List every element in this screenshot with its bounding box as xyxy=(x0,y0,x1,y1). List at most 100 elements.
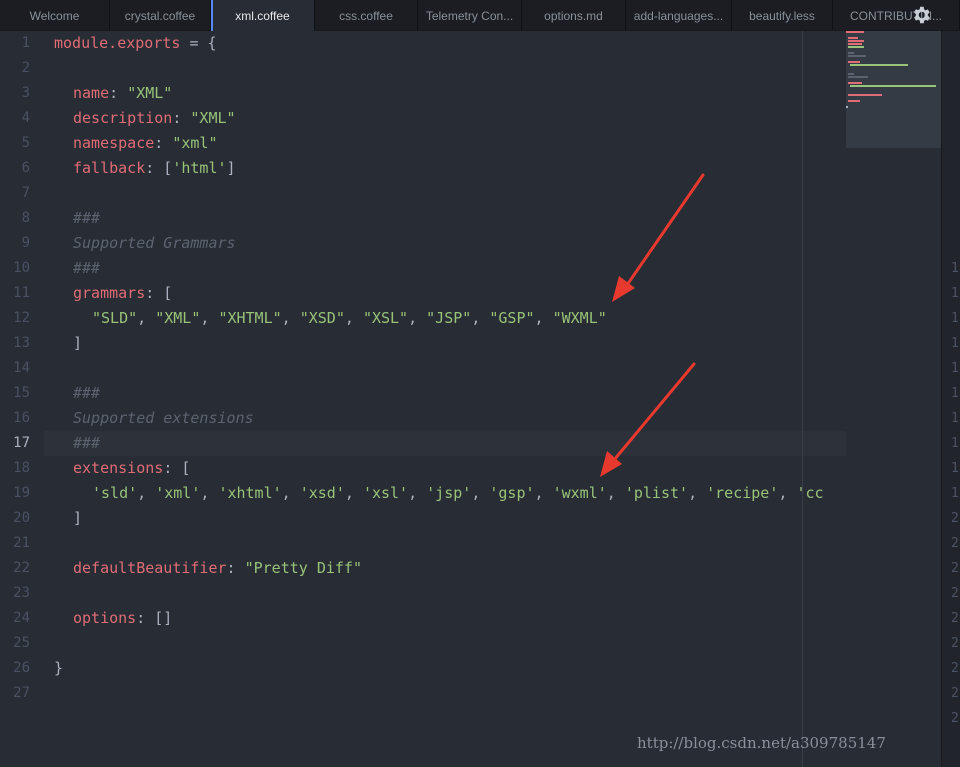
code-line-12: "SLD", "XML", "XHTML", "XSD", "XSL", "JS… xyxy=(92,309,607,327)
tab-css-coffee[interactable]: css.coffee xyxy=(315,0,418,31)
code-token: fallback xyxy=(73,159,146,177)
tab-contributing[interactable]: CONTRIBUTIN... xyxy=(833,0,960,31)
code-area[interactable]: module.exports = { name: "XML" descripti… xyxy=(0,31,846,767)
editor-pane[interactable]: 1 2 3 4 5 6 7 8 9 10 11 12 13 14 15 16 1… xyxy=(0,31,941,767)
watermark-text: http://blog.csdn.net/a309785147 xyxy=(637,734,886,752)
code-token: : [ xyxy=(145,284,173,302)
code-line-11: grammars: [ xyxy=(73,281,172,306)
side-line-number: 2 xyxy=(951,611,959,626)
extension-item: 'cc xyxy=(796,484,824,502)
tab-crystal-coffee[interactable]: crystal.coffee xyxy=(110,0,211,31)
code-token: options xyxy=(73,609,137,627)
code-token: grammars xyxy=(73,284,146,302)
minimap-row xyxy=(848,94,882,96)
side-line-number: 1 xyxy=(951,411,959,426)
side-line-number: 1 xyxy=(951,311,959,326)
code-token: 'html' xyxy=(172,159,227,177)
minimap-row xyxy=(848,82,862,84)
side-line-number: 2 xyxy=(951,511,959,526)
code-token: "xml" xyxy=(172,134,218,152)
side-line-number: 1 xyxy=(951,436,959,451)
code-token: "XML" xyxy=(190,109,236,127)
code-line-8: ### xyxy=(73,209,101,227)
code-line-24: options: [] xyxy=(73,606,172,631)
code-token: : xyxy=(226,559,245,577)
extension-item: 'plist' xyxy=(624,484,689,502)
gear-icon[interactable] xyxy=(910,4,932,26)
side-line-number: 2 xyxy=(951,586,959,601)
code-token: "XML" xyxy=(127,84,173,102)
side-line-number: 2 xyxy=(951,711,959,726)
code-token: module.exports xyxy=(54,34,181,52)
code-token: description xyxy=(73,109,173,127)
minimap-row xyxy=(848,52,854,54)
code-token: ] xyxy=(226,159,236,177)
code-token: defaultBeautifier xyxy=(73,559,227,577)
code-line-9: Supported Grammars xyxy=(73,234,236,252)
side-line-number: 1 xyxy=(951,461,959,476)
tab-bar: Welcome crystal.coffee xml.coffee css.co… xyxy=(0,0,960,31)
code-line-20: ] xyxy=(73,509,83,527)
code-line-17: ### xyxy=(73,434,101,452)
grammar-item: "XHTML" xyxy=(218,309,282,327)
side-line-number: 1 xyxy=(951,286,959,301)
minimap-row xyxy=(848,73,854,75)
grammar-item: "XSD" xyxy=(299,309,345,327)
grammar-item: "XSL" xyxy=(362,309,409,327)
minimap-row xyxy=(848,43,862,45)
tab-welcome[interactable]: Welcome xyxy=(0,0,110,31)
code-token: : [] xyxy=(136,609,173,627)
code-line-3: name: "XML" xyxy=(73,81,172,106)
side-line-number: 1 xyxy=(951,261,959,276)
code-line-10: ### xyxy=(73,259,101,277)
minimap-row xyxy=(846,106,848,108)
minimap-row xyxy=(848,46,864,48)
tab-telemetry[interactable]: Telemetry Con... xyxy=(418,0,522,31)
code-line-18: extensions: [ xyxy=(73,456,190,481)
minimap-row xyxy=(848,55,866,57)
side-line-number: 2 xyxy=(951,561,959,576)
tab-add-languages[interactable]: add-languages... xyxy=(626,0,732,31)
minimap-row xyxy=(846,31,864,33)
code-line-16: Supported extensions xyxy=(73,409,254,427)
extension-item: 'xsl' xyxy=(362,484,409,502)
code-line-19: 'sld', 'xml', 'xhtml', 'xsd', 'xsl', 'js… xyxy=(92,484,824,502)
side-line-number: 1 xyxy=(951,336,959,351)
code-token: name xyxy=(73,84,110,102)
grammar-item: "XML" xyxy=(155,309,201,327)
grammar-item-wxml: "WXML" xyxy=(552,309,607,327)
code-token: : [ xyxy=(145,159,173,177)
code-token: : [ xyxy=(163,459,191,477)
code-token: = { xyxy=(180,34,217,52)
minimap-row xyxy=(848,61,860,63)
code-token: : xyxy=(172,109,191,127)
extension-item: 'sld' xyxy=(92,484,138,502)
code-line-4: description: "XML" xyxy=(73,106,236,131)
minimap-row xyxy=(848,40,864,42)
tab-xml-coffee[interactable]: xml.coffee xyxy=(211,0,315,31)
code-line-1: module.exports = { xyxy=(54,31,217,56)
code-token: : xyxy=(109,84,128,102)
code-line-6: fallback: ['html'] xyxy=(73,156,236,181)
minimap-row xyxy=(848,37,858,39)
extension-item: 'gsp' xyxy=(489,484,535,502)
extension-item: 'xml' xyxy=(155,484,201,502)
code-token: extensions xyxy=(73,459,164,477)
extension-item-wxml: 'wxml' xyxy=(552,484,607,502)
extension-item: 'xhtml' xyxy=(218,484,282,502)
tab-beautify-less[interactable]: beautify.less xyxy=(732,0,833,31)
minimap-row xyxy=(850,64,908,66)
side-line-number: 2 xyxy=(951,536,959,551)
grammar-item: "SLD" xyxy=(92,309,138,327)
minimap[interactable] xyxy=(846,31,941,148)
tab-options-md[interactable]: options.md xyxy=(522,0,626,31)
code-line-5: namespace: "xml" xyxy=(73,131,218,156)
extension-item: 'recipe' xyxy=(706,484,779,502)
code-line-22: defaultBeautifier: "Pretty Diff" xyxy=(73,556,362,581)
minimap-row xyxy=(848,76,868,78)
grammar-item: "GSP" xyxy=(489,309,535,327)
side-line-number: 2 xyxy=(951,636,959,651)
code-token: : xyxy=(154,134,173,152)
code-line-26: } xyxy=(54,659,64,677)
code-token: namespace xyxy=(73,134,155,152)
